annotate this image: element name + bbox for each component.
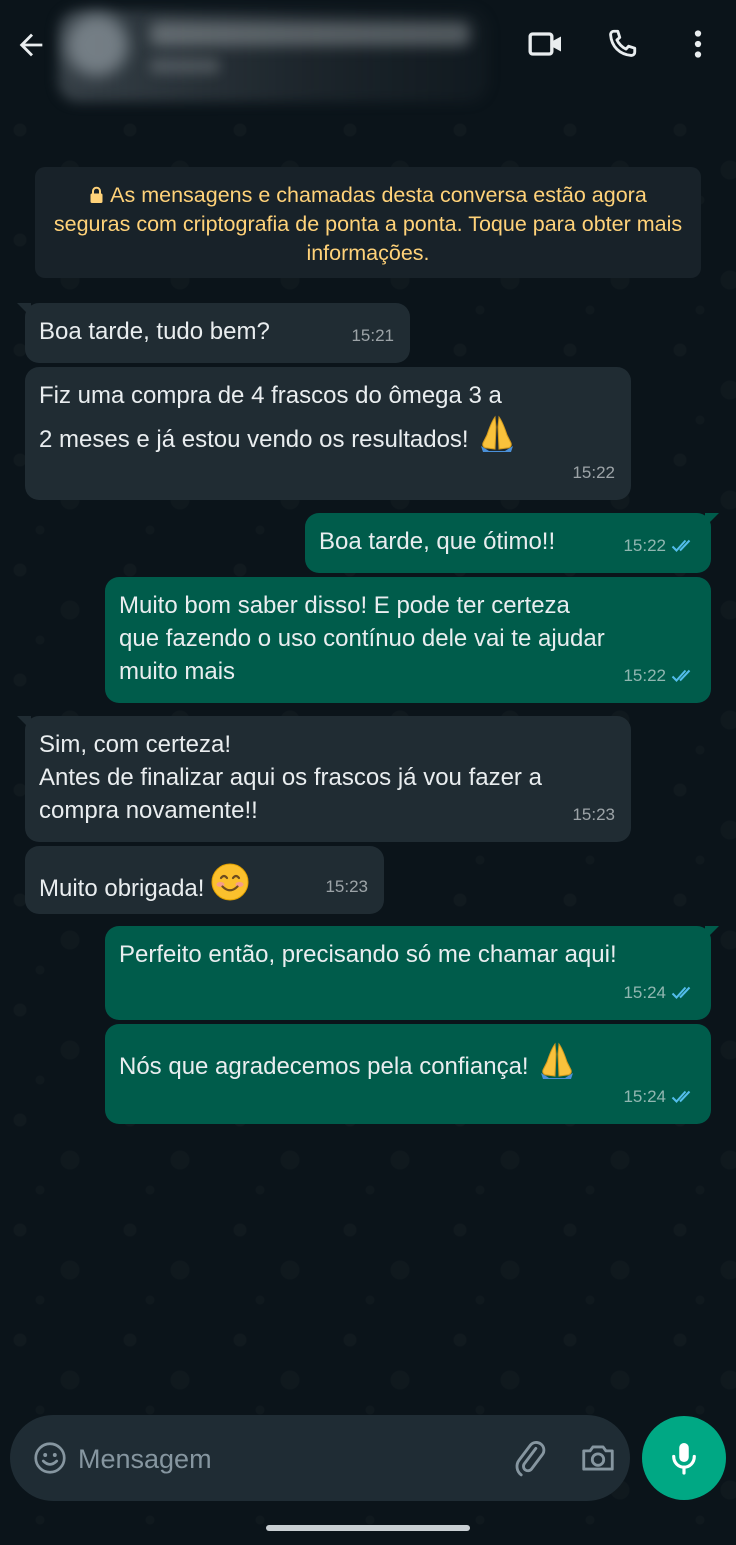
back-button[interactable] <box>10 24 52 66</box>
message-text: Boa tarde, que ótimo!! <box>319 528 556 555</box>
message-meta: 15:23 <box>572 798 615 832</box>
camera-icon <box>582 1445 614 1471</box>
message-meta: 15:22 <box>572 456 615 490</box>
video-call-button[interactable] <box>524 22 568 66</box>
microphone-icon <box>672 1442 696 1475</box>
message-meta: 15:22 <box>623 659 695 693</box>
message-text-wrap: Fiz uma compra de 4 frascos do ômega 3 a… <box>39 379 519 463</box>
message-time: 15:23 <box>325 877 368 896</box>
message-text-wrap: Nós que agradecemos pela confiança! <box>119 1040 579 1090</box>
message-meta: 15:24 <box>623 976 695 1010</box>
message-text: Muito bom saber disso! E pode ter certez… <box>119 592 605 685</box>
encryption-notice-text: As mensagens e chamadas desta conversa e… <box>53 183 683 265</box>
message-text: Fiz uma compra de 4 frascos do ômega 3 a… <box>39 382 502 453</box>
lock-icon <box>90 186 103 203</box>
video-camera-icon <box>528 32 561 56</box>
message-bubble-incoming[interactable]: Muito obrigada! 15:23 <box>25 846 384 914</box>
message-meta: 15:23 <box>325 870 368 904</box>
double-check-read-icon <box>671 986 691 999</box>
menu-button[interactable] <box>676 22 720 66</box>
voice-call-button[interactable] <box>600 22 644 66</box>
smiley-icon <box>34 1442 66 1474</box>
bubble-tail <box>705 513 719 527</box>
message-meta: 15:21 <box>351 319 394 353</box>
more-vertical-icon <box>694 30 702 58</box>
chat-screen: As mensagens e chamadas desta conversa e… <box>0 0 736 1545</box>
double-check-read-icon <box>671 1090 691 1103</box>
message-composer <box>10 1415 630 1501</box>
encryption-notice[interactable]: As mensagens e chamadas desta conversa e… <box>35 167 701 278</box>
message-text: Sim, com certeza! Antes de finalizar aqu… <box>39 731 542 824</box>
message-bubble-outgoing[interactable]: Nós que agradecemos pela confiança! 15:2… <box>105 1024 711 1124</box>
message-meta: 15:24 <box>623 1080 695 1114</box>
message-time: 15:21 <box>351 326 394 345</box>
camera-button[interactable] <box>576 1436 620 1480</box>
folded-hands-emoji <box>535 1040 579 1090</box>
phone-icon <box>609 29 637 57</box>
message-time: 15:22 <box>623 536 666 555</box>
paperclip-icon <box>515 1441 546 1477</box>
double-check-read-icon <box>671 669 691 682</box>
chat-header <box>0 0 736 102</box>
home-indicator[interactable] <box>266 1525 470 1531</box>
message-time: 15:24 <box>623 983 666 1002</box>
message-time: 15:24 <box>623 1087 666 1106</box>
message-bubble-outgoing[interactable]: Perfeito então, precisando só me chamar … <box>105 926 719 1020</box>
message-bubble-outgoing[interactable]: Boa tarde, que ótimo!! 15:22 <box>305 513 719 573</box>
message-bubble-incoming[interactable]: Fiz uma compra de 4 frascos do ômega 3 a… <box>25 367 631 500</box>
bubble-tail <box>17 303 31 317</box>
message-meta: 15:22 <box>623 529 695 563</box>
attach-button[interactable] <box>508 1436 552 1480</box>
message-time: 15:22 <box>572 463 615 482</box>
smiling-face-emoji <box>210 862 250 912</box>
message-text: Boa tarde, tudo bem? <box>39 318 270 345</box>
message-time: 15:23 <box>572 805 615 824</box>
bubble-tail <box>17 716 31 730</box>
message-text: Perfeito então, precisando só me chamar … <box>119 941 617 968</box>
message-text: Nós que agradecemos pela confiança! <box>119 1053 529 1080</box>
contact-name[interactable] <box>150 22 470 46</box>
message-input[interactable] <box>76 1437 480 1481</box>
arrow-left-icon <box>19 33 43 57</box>
voice-message-button[interactable] <box>642 1416 726 1500</box>
message-bubble-incoming[interactable]: Sim, com certeza! Antes de finalizar aqu… <box>17 716 631 842</box>
folded-hands-emoji <box>475 413 519 463</box>
double-check-read-icon <box>671 539 691 552</box>
bubble-tail <box>705 926 719 940</box>
message-text: Muito obrigada! <box>39 875 205 902</box>
message-text-wrap: Muito obrigada! <box>39 862 250 912</box>
contact-status <box>150 58 220 74</box>
message-bubble-incoming[interactable]: Boa tarde, tudo bem? 15:21 <box>17 303 410 363</box>
message-bubble-outgoing[interactable]: Muito bom saber disso! E pode ter certez… <box>105 577 711 703</box>
emoji-button[interactable] <box>28 1436 72 1480</box>
message-time: 15:22 <box>623 666 666 685</box>
avatar[interactable] <box>66 14 128 76</box>
